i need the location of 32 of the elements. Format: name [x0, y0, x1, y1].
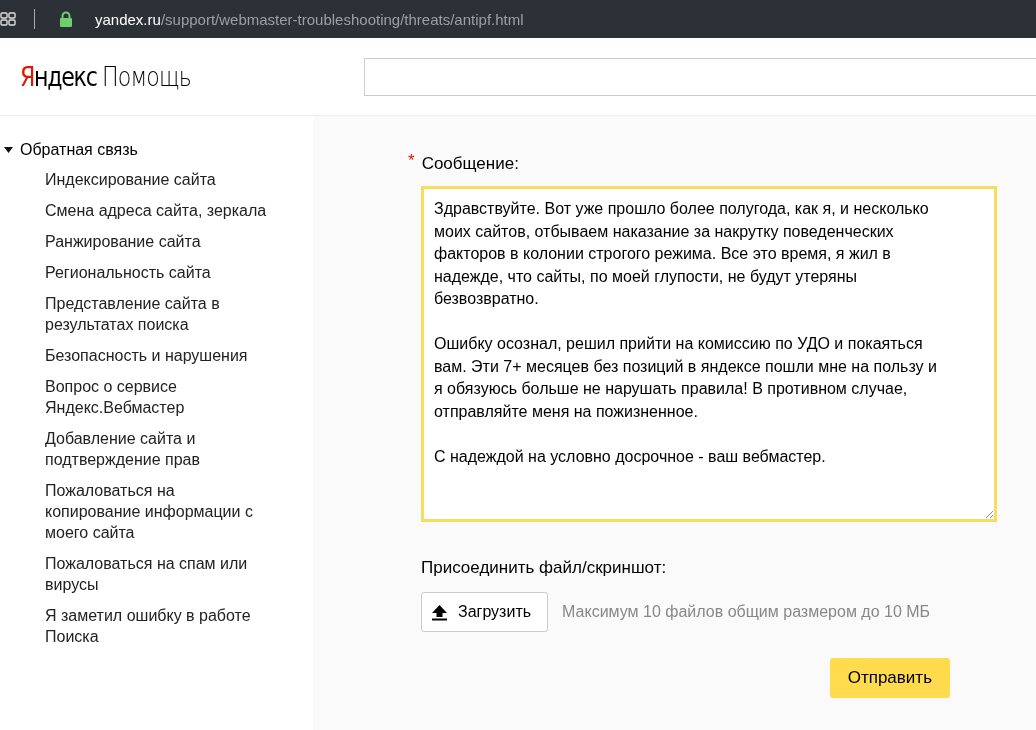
sidebar-item[interactable]: Я заметил ошибку в работе Поиска	[0, 605, 272, 647]
sidebar-item[interactable]: Добавление сайта и подтверждение прав	[0, 428, 272, 470]
logo-product[interactable]: Помощь	[102, 61, 192, 92]
attach-hint: Максимум 10 файлов общим размером до 10 МБ	[562, 603, 931, 621]
sidebar-item[interactable]: Ранжирование сайта	[0, 231, 272, 252]
upload-button[interactable]: Загрузить	[421, 592, 549, 632]
message-paragraph: Здравствуйте. Вот уже прошло более полугода, как я, и несколько моих сайтов, отбываем наказание за накрутку поведенческих факторов в колонии строгого режима. Все это время, я жил в надежде, что сайты, по моей глупости, не будут утеряны безвозвратно.	[434, 199, 930, 309]
message-paragraph: С надеждой на условно досрочное - ваш вебмастер.	[434, 446, 827, 467]
resize-grip-icon[interactable]	[985, 510, 993, 518]
sidebar-item[interactable]: Пожаловаться на спам или вирусы	[0, 553, 272, 595]
sidebar-section[interactable]: Обратная связь	[0, 141, 313, 159]
lock-icon[interactable]	[59, 11, 73, 27]
upload-icon	[431, 603, 448, 621]
address-url[interactable]: yandex.ru/support/webmaster-troubleshooting/threats/antipf.html	[95, 10, 524, 28]
logo-brand[interactable]: Яндекс	[20, 61, 97, 92]
message-label: Сообщение:	[421, 154, 519, 174]
message-paragraph: Ошибку осознал, решил прийти на комиссию по УДО и покаяться вам. Эти 7+ месяцев без позиций в яндексе пошли мне на пользу и я обязуюсь больше не нарушать правила! В противном случае, отправляйте меня на пожизненное.	[434, 334, 938, 422]
sidebar-item[interactable]: Индексирование сайта	[0, 169, 272, 190]
sidebar-item[interactable]: Региональность сайта	[0, 262, 272, 283]
search-field[interactable]	[364, 57, 1036, 96]
sidebar-item[interactable]: Вопрос о сервисе Яндекс.Вебмастер	[0, 376, 272, 418]
required-asterisk-icon: *	[408, 151, 415, 174]
section-label[interactable]: Обратная связь	[20, 141, 138, 159]
message-field[interactable]	[421, 186, 997, 522]
tabs-grid-icon[interactable]	[0, 12, 16, 26]
sidebar-item[interactable]: Пожаловаться на копирование информации с моего сайта	[0, 480, 272, 543]
submit-button[interactable]: Отправить	[829, 658, 950, 698]
attach-label: Присоединить файл/скриншот:	[421, 558, 668, 578]
sidebar-item[interactable]: Смена адреса сайта, зеркала	[0, 200, 272, 221]
sidebar-item[interactable]: Представление сайта в результатах поиска	[0, 293, 272, 335]
caret-icon	[4, 147, 13, 153]
sidebar-item[interactable]: Безопасность и нарушения	[0, 345, 272, 366]
